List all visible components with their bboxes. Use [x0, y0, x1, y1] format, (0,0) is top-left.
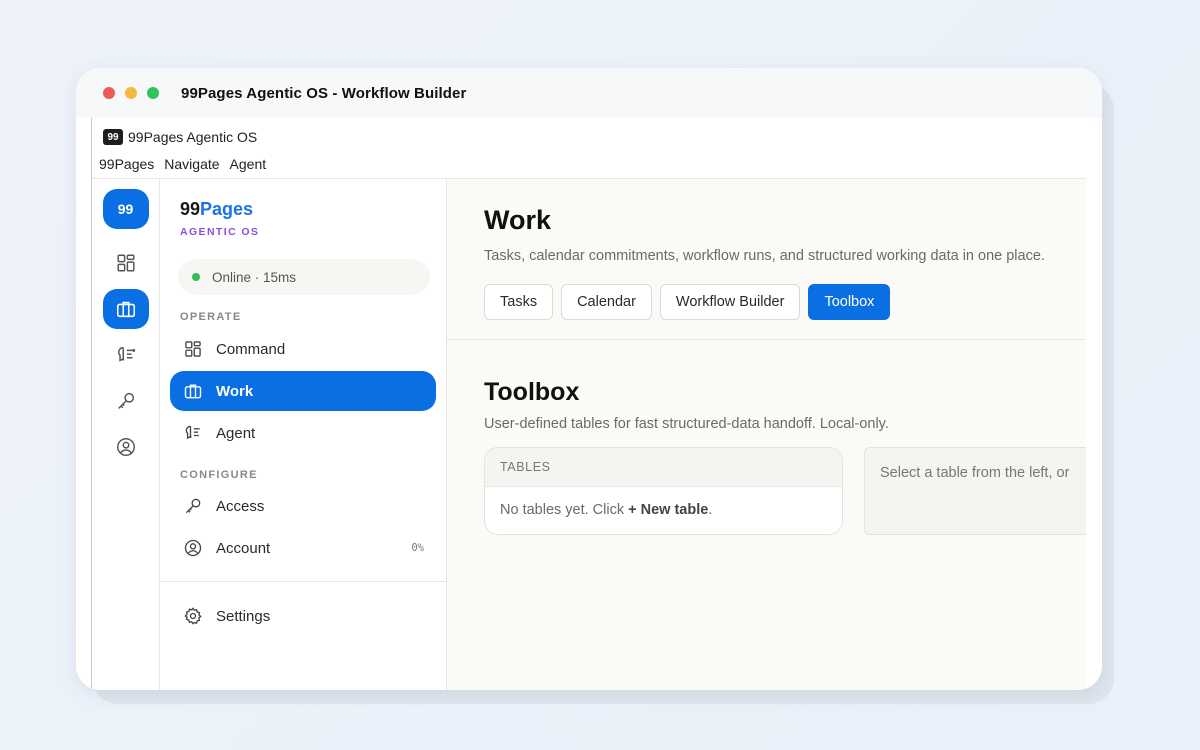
- account-count-badge: 0%: [411, 542, 424, 554]
- key-icon: [117, 392, 134, 409]
- close-window-button[interactable]: [103, 87, 115, 99]
- sidebar-item-label: Account: [216, 539, 271, 557]
- app-header: 99 99Pages Agentic OS: [92, 124, 1085, 150]
- brand: 99Pages AGENTIC OS: [180, 199, 259, 238]
- user-circle-icon: [184, 539, 202, 557]
- sidebar-item-settings[interactable]: Settings: [170, 596, 436, 636]
- rail-home-badge[interactable]: 99: [102, 189, 149, 229]
- rail-agent[interactable]: [103, 335, 149, 375]
- sidebar-item-label: Access: [216, 497, 265, 515]
- section-title: Toolbox: [484, 378, 580, 406]
- agent-icon: [185, 425, 200, 440]
- menu-bar: 99Pages Navigate Agent: [92, 150, 1085, 178]
- main-content: Work Tasks, calendar commitments, workfl…: [447, 178, 1086, 690]
- gear-icon: [184, 607, 202, 625]
- menu-agent[interactable]: Agent: [230, 156, 267, 172]
- minimize-window-button[interactable]: [125, 87, 137, 99]
- tab-calendar[interactable]: Calendar: [561, 284, 652, 320]
- brand-subtitle: AGENTIC OS: [180, 226, 260, 238]
- sidebar-item-account[interactable]: Account 0%: [170, 528, 436, 568]
- briefcase-icon: [184, 384, 202, 399]
- section-subtitle: User-defined tables for fast structured-…: [484, 416, 889, 432]
- menu-navigate[interactable]: Navigate: [164, 156, 219, 172]
- user-circle-icon: [116, 438, 135, 456]
- brand-name: 99Pages: [180, 199, 254, 219]
- sidebar-item-agent[interactable]: Agent: [170, 413, 436, 453]
- grid-icon: [185, 341, 201, 357]
- page-subtitle: Tasks, calendar commitments, workflow ru…: [484, 248, 1045, 264]
- sidebar-item-work[interactable]: Work: [170, 371, 436, 411]
- sidebar-item-label: Command: [216, 340, 286, 358]
- sidebar-item-label: Settings: [216, 607, 271, 625]
- page-title: Work: [484, 205, 552, 235]
- tab-toolbox[interactable]: Toolbox: [808, 284, 891, 320]
- briefcase-icon: [116, 301, 135, 318]
- work-header: Work Tasks, calendar commitments, workfl…: [484, 205, 1045, 264]
- tables-header: TABLES: [485, 448, 842, 487]
- window-title: 99Pages Agentic OS - Workflow Builder: [181, 84, 467, 102]
- title-bar: 99Pages Agentic OS - Workflow Builder: [76, 68, 1102, 118]
- sidebar-divider: [160, 581, 447, 582]
- tab-tasks[interactable]: Tasks: [484, 284, 554, 320]
- status-text: Online · 15ms: [212, 269, 297, 285]
- tab-workflow-builder[interactable]: Workflow Builder: [659, 284, 801, 320]
- window-controls: [103, 87, 159, 99]
- tables-empty-state: No tables yet. Click + New table.: [500, 502, 713, 518]
- sidebar-item-command[interactable]: Command: [170, 329, 436, 369]
- section-label-operate: OPERATE: [180, 311, 242, 323]
- agent-icon: [117, 346, 135, 362]
- sidebar-item-label: Agent: [216, 424, 256, 442]
- maximize-window-button[interactable]: [147, 87, 159, 99]
- new-table-link[interactable]: + New table: [628, 502, 708, 518]
- work-tabs: Tasks Calendar Workflow Builder Toolbox: [484, 284, 891, 320]
- app-logo: 99: [103, 129, 123, 145]
- connection-status: Online · 15ms: [178, 259, 430, 295]
- app-window: 99Pages Agentic OS - Workflow Builder 99…: [76, 68, 1102, 690]
- table-detail-panel: Select a table from the left, or: [864, 447, 1086, 535]
- key-icon: [185, 498, 201, 514]
- app-name: 99Pages Agentic OS: [128, 129, 258, 145]
- grid-icon: [116, 254, 135, 272]
- menu-99pages[interactable]: 99Pages: [99, 156, 154, 172]
- sidebar-item-label: Work: [216, 382, 254, 400]
- sidebar: 99Pages AGENTIC OS Online · 15ms OPERATE…: [160, 178, 447, 690]
- section-label-configure: CONFIGURE: [180, 469, 258, 481]
- rail-account[interactable]: [103, 427, 149, 467]
- app-frame: 99 99Pages Agentic OS 99Pages Navigate A…: [91, 118, 1086, 690]
- online-indicator: [192, 273, 200, 281]
- rail-command[interactable]: [103, 243, 149, 283]
- rail-work[interactable]: [102, 289, 149, 329]
- icon-rail: 99: [92, 178, 160, 690]
- content-divider: [447, 339, 1086, 340]
- sidebar-item-access[interactable]: Access: [170, 486, 436, 526]
- toolbox-header: Toolbox User-defined tables for fast str…: [484, 378, 889, 432]
- tables-panel: TABLES No tables yet. Click + New table.: [484, 447, 843, 535]
- rail-access[interactable]: [103, 381, 149, 421]
